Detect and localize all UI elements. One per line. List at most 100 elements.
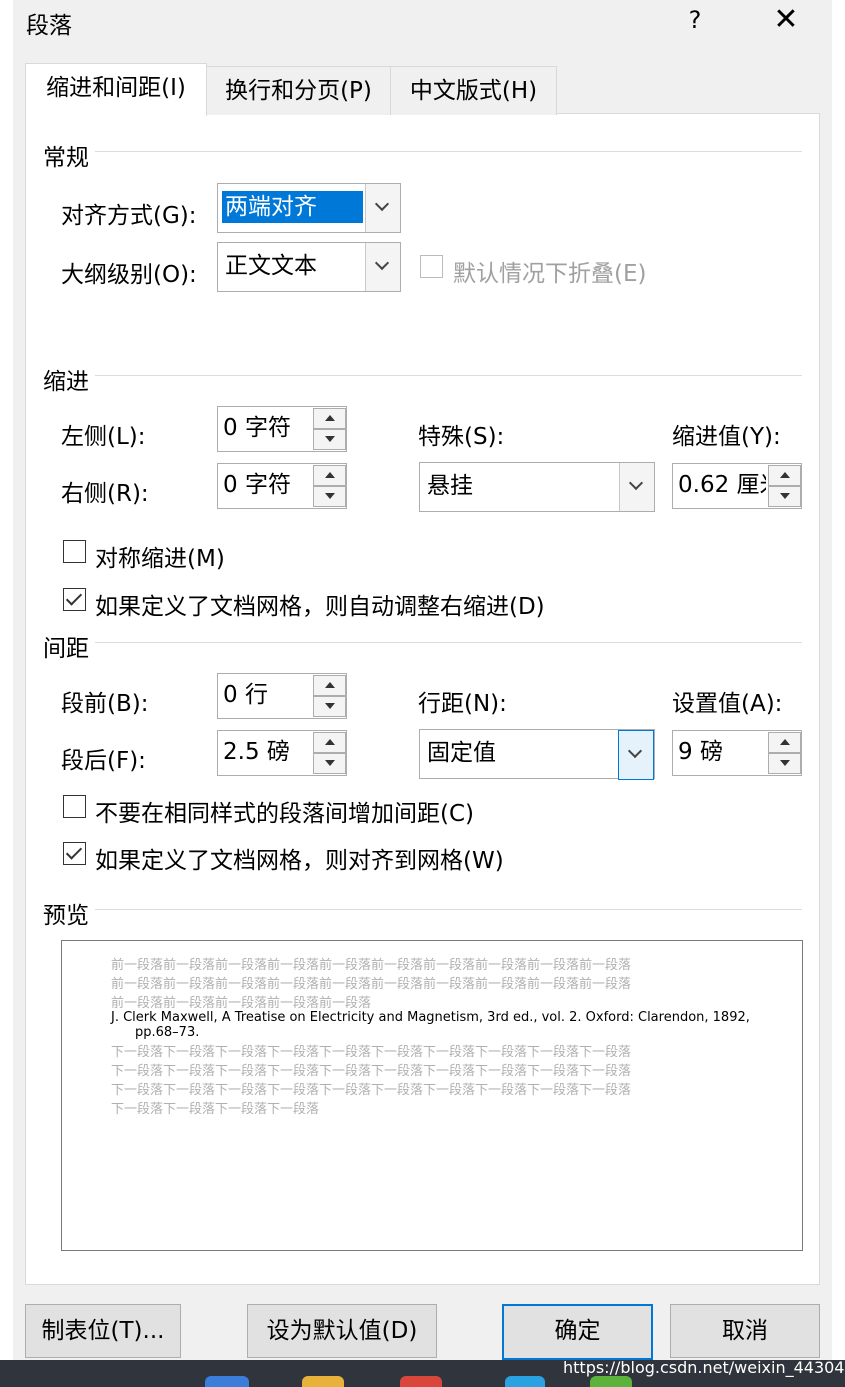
- auto-adjust-indent-checkbox[interactable]: [63, 588, 86, 611]
- spacing-after-label: 段后(F):: [61, 748, 146, 774]
- chevron-down-icon: [627, 743, 643, 759]
- taskbar-app-icon[interactable]: [205, 1376, 249, 1387]
- arrow-down-icon: [325, 493, 335, 499]
- spin-up-button[interactable]: [313, 732, 346, 753]
- line-spacing-dropdown-button[interactable]: [618, 730, 654, 780]
- spacing-after-value: 2.5 磅: [223, 739, 290, 765]
- arrow-up-icon: [780, 472, 790, 478]
- outline-dropdown-button[interactable]: [365, 243, 400, 291]
- tab-line-page-breaks[interactable]: 换行和分页(P): [205, 66, 392, 115]
- indent-left-spinner[interactable]: 0 字符: [217, 406, 347, 452]
- preview-prev-line: 前一段落前一段落前一段落前一段落前一段落前一段落前一段落前一段落前一段落前一段落: [111, 977, 632, 992]
- tab-indents-spacing[interactable]: 缩进和间距(I): [25, 63, 207, 116]
- preview-section-title: 预览: [43, 903, 89, 929]
- cancel-button[interactable]: 取消: [670, 1304, 820, 1358]
- alignment-label: 对齐方式(G):: [61, 203, 197, 229]
- no-space-same-style-checkbox[interactable]: [63, 795, 86, 818]
- background-document-right: [832, 0, 845, 1387]
- taskbar-app-icon[interactable]: [505, 1376, 545, 1387]
- ok-button[interactable]: 确定: [502, 1304, 653, 1360]
- line-spacing-value: 固定值: [427, 740, 496, 766]
- spacing-at-value: 9 磅: [678, 739, 723, 765]
- spacing-divider: [95, 642, 802, 643]
- preview-sample-line: J. Clerk Maxwell, A Treatise on Electric…: [111, 1010, 750, 1025]
- indent-right-value: 0 字符: [223, 472, 291, 498]
- chevron-down-icon: [374, 196, 390, 212]
- spin-down-button[interactable]: [768, 753, 801, 774]
- special-select[interactable]: 悬挂: [419, 462, 655, 512]
- spacing-before-value: 0 行: [223, 682, 268, 708]
- preview-next-line: 下一段落下一段落下一段落下一段落下一段落下一段落下一段落下一段落下一段落下一段落: [111, 1064, 632, 1079]
- special-dropdown-button[interactable]: [619, 463, 654, 511]
- tabs-button[interactable]: 制表位(T)...: [25, 1304, 181, 1358]
- help-button[interactable]: ?: [680, 2, 710, 38]
- spacing-section-title: 间距: [43, 636, 89, 662]
- alignment-select[interactable]: 两端对齐: [217, 183, 401, 233]
- preview-previous-paragraph: 前一段落前一段落前一段落前一段落前一段落前一段落前一段落前一段落前一段落前一段落…: [111, 956, 721, 1013]
- preview-divider: [95, 909, 802, 910]
- line-spacing-select[interactable]: 固定值: [419, 729, 655, 780]
- spin-up-button[interactable]: [313, 408, 346, 429]
- spin-down-button[interactable]: [313, 753, 346, 774]
- dialog-title: 段落: [26, 13, 72, 39]
- spin-down-button[interactable]: [768, 486, 801, 507]
- indent-by-spinner[interactable]: 0.62 厘米: [672, 463, 802, 509]
- chevron-down-icon: [374, 255, 390, 271]
- mirror-indent-checkbox[interactable]: [63, 540, 86, 563]
- alignment-dropdown-button[interactable]: [365, 184, 400, 232]
- spin-up-button[interactable]: [313, 465, 346, 486]
- preview-box: 前一段落前一段落前一段落前一段落前一段落前一段落前一段落前一段落前一段落前一段落…: [61, 940, 803, 1251]
- chevron-down-icon: [628, 475, 644, 491]
- outline-label: 大纲级别(O):: [61, 262, 197, 288]
- special-label: 特殊(S):: [418, 424, 505, 450]
- close-button[interactable]: ✕: [768, 2, 804, 38]
- preview-next-paragraph: 下一段落下一段落下一段落下一段落下一段落下一段落下一段落下一段落下一段落下一段落…: [111, 1043, 721, 1119]
- spacing-after-spinner[interactable]: 2.5 磅: [217, 730, 347, 776]
- indent-divider: [95, 375, 802, 376]
- taskbar-app-icon[interactable]: [400, 1376, 442, 1387]
- outline-value: 正文文本: [225, 253, 317, 279]
- preview-sample-line: pp.68–73.: [135, 1025, 200, 1040]
- arrow-down-icon: [780, 493, 790, 499]
- taskbar-app-icon[interactable]: [590, 1376, 632, 1387]
- preview-next-line: 下一段落下一段落下一段落下一段落下一段落下一段落下一段落下一段落下一段落下一段落: [111, 1083, 632, 1098]
- set-default-button[interactable]: 设为默认值(D): [247, 1304, 437, 1358]
- special-value: 悬挂: [427, 473, 473, 499]
- watermark-text: https://blog.csdn.net/weixin_44304362: [563, 1358, 845, 1377]
- indent-right-spinner[interactable]: 0 字符: [217, 463, 347, 509]
- tab-asian-typography[interactable]: 中文版式(H): [390, 66, 557, 115]
- indent-by-label: 缩进值(Y):: [672, 424, 781, 450]
- general-section-title: 常规: [43, 145, 89, 171]
- auto-adjust-indent-label: 如果定义了文档网格，则自动调整右缩进(D): [95, 594, 545, 620]
- arrow-down-icon: [780, 760, 790, 766]
- indent-left-value: 0 字符: [223, 415, 291, 441]
- folder-icon[interactable]: [302, 1376, 344, 1387]
- no-space-same-style-label: 不要在相同样式的段落间增加间距(C): [95, 801, 475, 827]
- spacing-before-label: 段前(B):: [61, 691, 149, 717]
- spacing-at-label: 设置值(A):: [672, 691, 783, 717]
- alignment-value: 两端对齐: [222, 191, 363, 223]
- general-divider: [95, 151, 802, 152]
- indent-right-label: 右侧(R):: [61, 481, 149, 507]
- arrow-down-icon: [325, 436, 335, 442]
- arrow-up-icon: [325, 739, 335, 745]
- arrow-up-icon: [325, 682, 335, 688]
- collapse-checkbox[interactable]: [420, 255, 443, 278]
- spin-up-button[interactable]: [768, 465, 801, 486]
- preview-next-line: 下一段落下一段落下一段落下一段落下一段落下一段落下一段落下一段落下一段落下一段落: [111, 1045, 632, 1060]
- arrow-up-icon: [325, 415, 335, 421]
- preview-next-line: 下一段落下一段落下一段落下一段落: [111, 1102, 320, 1117]
- spin-up-button[interactable]: [313, 675, 346, 696]
- arrow-up-icon: [780, 739, 790, 745]
- spin-down-button[interactable]: [313, 486, 346, 507]
- outline-select[interactable]: 正文文本: [217, 242, 401, 292]
- spacing-at-spinner[interactable]: 9 磅: [672, 730, 802, 776]
- spacing-before-spinner[interactable]: 0 行: [217, 673, 347, 719]
- spin-down-button[interactable]: [313, 429, 346, 450]
- indent-left-label: 左侧(L):: [61, 424, 146, 450]
- snap-to-grid-checkbox[interactable]: [63, 842, 86, 865]
- spin-up-button[interactable]: [768, 732, 801, 753]
- line-spacing-label: 行距(N):: [418, 691, 507, 717]
- background-document-left: [0, 0, 14, 1387]
- spin-down-button[interactable]: [313, 696, 346, 717]
